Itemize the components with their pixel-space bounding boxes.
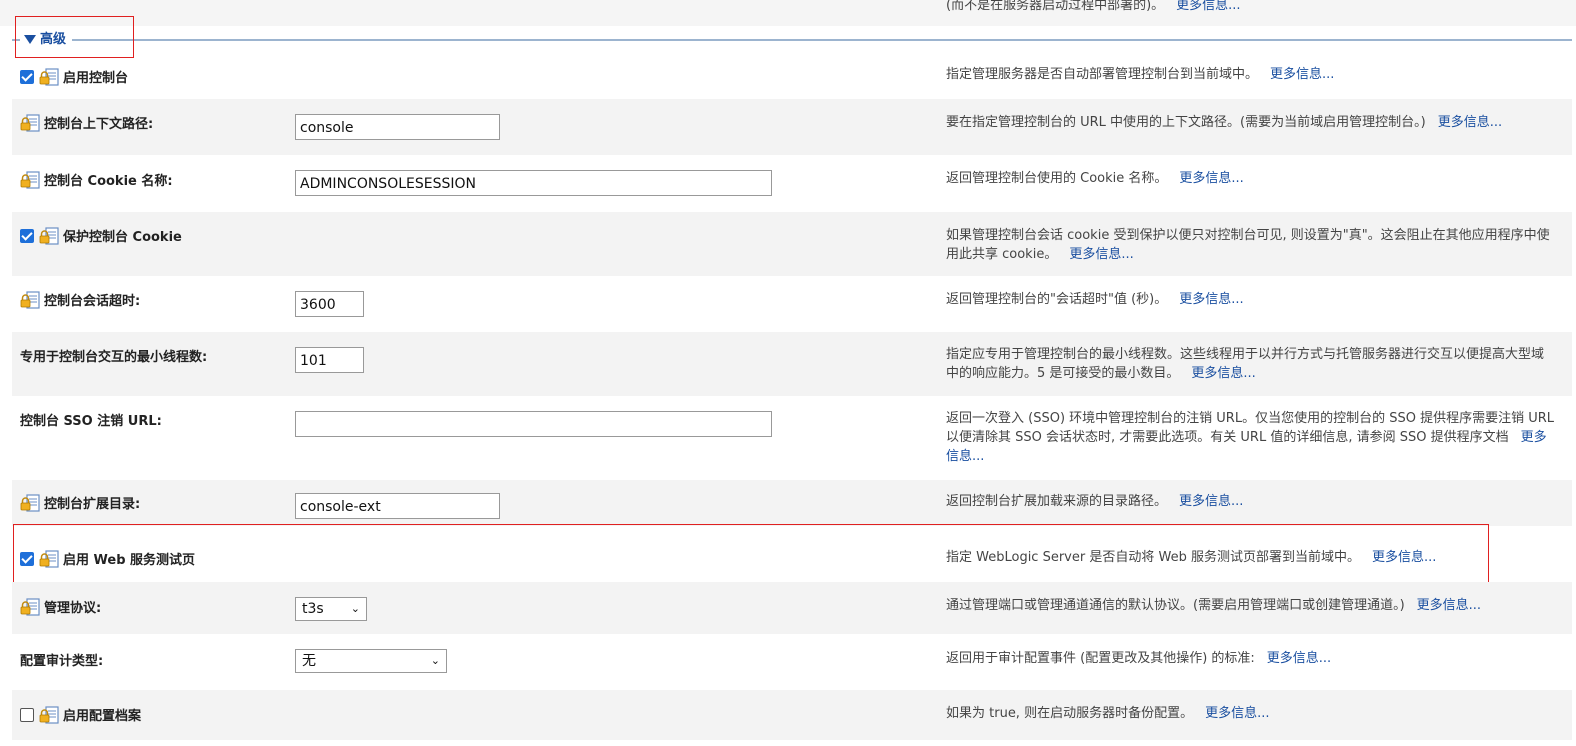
config-audit-type-select[interactable]: 无 ⌄ [295, 649, 447, 673]
row-console-sso-logout-url: 控制台 SSO 注销 URL: 返回一次登入 (SSO) 环境中管理控制台的注销… [12, 396, 1572, 480]
field-description: 返回用于审计配置事件 (配置更改及其他操作) 的标准: 更多信息... [946, 651, 1332, 666]
more-info-link[interactable]: 更多信息... [1176, 0, 1240, 13]
console-sso-logout-url-input[interactable] [295, 411, 772, 437]
field-label: 保护控制台 Cookie [63, 230, 182, 245]
more-info-link[interactable]: 更多信息... [1270, 67, 1334, 82]
field-label: 启用控制台 [63, 71, 129, 86]
row-enable-config-archive: 启用配置档案 如果为 true, 则在启动服务器时备份配置。 更多信息... [12, 690, 1572, 740]
more-info-link[interactable]: 更多信息... [1205, 706, 1269, 721]
more-info-link[interactable]: 更多信息... [1069, 247, 1133, 262]
chevron-down-icon: ⌄ [430, 654, 440, 667]
chevron-down-icon: ⌄ [350, 602, 360, 615]
more-info-link[interactable]: 更多信息... [1438, 115, 1502, 130]
field-label: 控制台 SSO 注销 URL: [20, 414, 162, 429]
admin-protocol-select[interactable]: t3s ⌄ [295, 597, 367, 621]
advanced-section-header[interactable]: 高级 [12, 30, 1572, 50]
field-description: 返回一次登入 (SSO) 环境中管理控制台的注销 URL。仅当您使用的控制台的 … [946, 411, 1554, 464]
lock-config-icon [39, 227, 59, 245]
more-info-link[interactable]: 更多信息... [1417, 598, 1481, 613]
lock-config-icon [39, 706, 59, 724]
lock-config-icon [20, 171, 40, 189]
console-cookie-name-input[interactable]: ADMINCONSOLESESSION [295, 170, 772, 196]
field-description: 指定管理服务器是否自动部署管理控制台到当前域中。 更多信息... [946, 67, 1335, 82]
console-session-timeout-input[interactable]: 3600 [295, 291, 364, 317]
more-info-link[interactable]: 更多信息... [1179, 292, 1243, 307]
row-config-audit-type: 配置审计类型: 无 ⌄ 返回用于审计配置事件 (配置更改及其他操作) 的标准: 更多… [12, 634, 1572, 690]
field-description: 返回管理控制台的"会话超时"值 (秒)。 更多信息... [946, 292, 1244, 307]
field-label: 专用于控制台交互的最小线程数: [20, 350, 208, 365]
field-description: 返回控制台扩展加载来源的目录路径。 更多信息... [946, 494, 1244, 509]
row-enable-console: 启用控制台 指定管理服务器是否自动部署管理控制台到当前域中。 更多信息... [12, 55, 1572, 99]
field-description: 通过管理端口或管理通道通信的默认协议。(需要启用管理端口或创建管理通道。) 更多信… [946, 598, 1482, 613]
more-info-link[interactable]: 更多信息... [1267, 651, 1331, 666]
previous-row-description: (而不是在服务器启动过程中部署的)。 更多信息... [946, 0, 1241, 13]
lock-config-icon [39, 68, 59, 86]
row-console-cookie-name: 控制台 Cookie 名称: ADMINCONSOLESESSION 返回管理控… [12, 155, 1572, 212]
field-label: 启用配置档案 [63, 709, 142, 724]
field-label: 控制台扩展目录: [44, 497, 141, 512]
previous-row-strip: (而不是在服务器启动过程中部署的)。 更多信息... [0, 0, 1576, 26]
field-description: 要在指定管理控制台的 URL 中使用的上下文路径。(需要为当前域启用管理控制台。… [946, 115, 1503, 130]
field-label: 管理协议: [44, 601, 102, 616]
more-info-link[interactable]: 更多信息... [1179, 494, 1243, 509]
console-extension-dir-input[interactable]: console-ext [295, 493, 500, 519]
lock-config-icon [20, 114, 40, 132]
field-description: 如果为 true, 则在启动服务器时备份配置。 更多信息... [946, 706, 1270, 721]
row-console-session-timeout: 控制台会话超时: 3600 返回管理控制台的"会话超时"值 (秒)。 更多信息..… [12, 276, 1572, 332]
field-label: 控制台 Cookie 名称: [44, 174, 173, 189]
field-label: 配置审计类型: [20, 654, 104, 669]
field-description: 返回管理控制台使用的 Cookie 名称。 更多信息... [946, 171, 1244, 186]
console-context-path-input[interactable]: console [295, 114, 500, 140]
row-console-context-path: 控制台上下文路径: console 要在指定管理控制台的 URL 中使用的上下文… [12, 99, 1572, 155]
row-console-extension-dir: 控制台扩展目录: console-ext 返回控制台扩展加载来源的目录路径。 更多… [12, 480, 1572, 526]
field-label: 控制台会话超时: [44, 294, 141, 309]
protect-console-cookie-checkbox[interactable] [20, 228, 34, 243]
lock-config-icon [20, 291, 40, 309]
field-description: 如果管理控制台会话 cookie 受到保护以便只对控制台可见, 则设置为"真"。… [946, 228, 1550, 262]
more-info-link[interactable]: 更多信息... [1179, 171, 1243, 186]
more-info-link[interactable]: 更多信息... [1191, 366, 1255, 381]
row-admin-protocol: 管理协议: t3s ⌄ 通过管理端口或管理通道通信的默认协议。(需要启用管理端口或… [12, 582, 1572, 634]
lock-config-icon [20, 494, 40, 512]
row-protect-console-cookie: 保护控制台 Cookie 如果管理控制台会话 cookie 受到保护以便只对控制… [12, 212, 1572, 276]
field-label: 控制台上下文路径: [44, 117, 154, 132]
section-divider [12, 39, 1572, 41]
min-console-threads-input[interactable]: 101 [295, 347, 364, 373]
field-description: 指定应专用于管理控制台的最小线程数。这些线程用于以并行方式与托管服务器进行交互以… [946, 347, 1545, 381]
enable-config-archive-checkbox[interactable] [20, 707, 34, 722]
highlight-box-section [15, 16, 134, 58]
row-min-console-threads: 专用于控制台交互的最小线程数: 101 指定应专用于管理控制台的最小线程数。这些… [12, 332, 1572, 396]
lock-config-icon [20, 598, 40, 616]
enable-console-checkbox[interactable] [20, 69, 34, 84]
